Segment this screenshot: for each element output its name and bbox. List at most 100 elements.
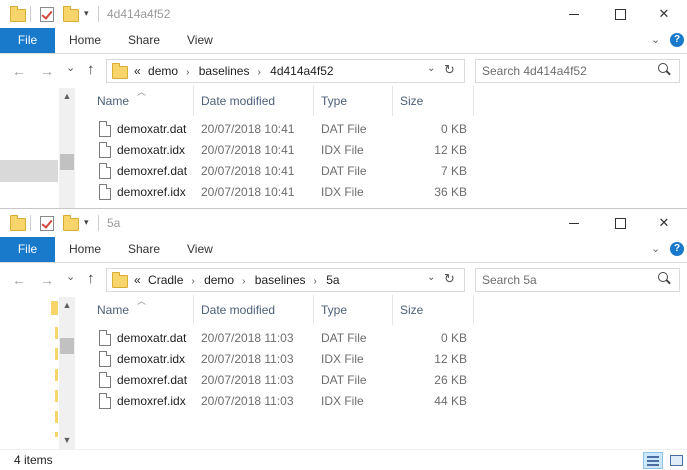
file-row[interactable]: demoxatr.idx 20/07/2018 11:03 IDX File 1…	[76, 349, 687, 370]
breadcrumb-overflow[interactable]: «	[134, 273, 141, 287]
help-icon[interactable]: ?	[670, 33, 684, 47]
quick-access-dropdown-icon[interactable]: ▾	[84, 217, 89, 228]
column-header-date-modified[interactable]: Date modified	[201, 303, 275, 317]
up-icon[interactable]: ↑	[87, 270, 95, 287]
file-type: DAT File	[321, 331, 367, 345]
item-count: 4 items	[14, 453, 53, 467]
column-header-name[interactable]: Name	[97, 303, 129, 317]
column-header-date-modified[interactable]: Date modified	[201, 94, 275, 108]
recent-locations-icon[interactable]: ⌄	[66, 61, 75, 74]
address-dropdown-icon[interactable]: ⌄	[427, 272, 435, 283]
scroll-down-icon[interactable]: ▼	[59, 432, 75, 448]
file-row[interactable]: demoxref.dat 20/07/2018 10:41 DAT File 7…	[76, 161, 687, 182]
scroll-up-icon[interactable]: ▲	[59, 297, 75, 313]
new-folder-icon[interactable]	[63, 215, 79, 231]
back-icon[interactable]: ←	[12, 272, 26, 288]
column-divider[interactable]	[193, 86, 194, 116]
maximize-icon	[614, 9, 626, 21]
maximize-button[interactable]	[597, 0, 643, 28]
file-name: demoxatr.dat	[117, 122, 187, 136]
column-divider[interactable]	[392, 86, 393, 116]
navigation-pane-scrollbar[interactable]: ▲	[59, 88, 75, 208]
address-bar[interactable]: « demo › baselines › 4d414a4f52 ⌄ ↻	[106, 59, 465, 83]
close-button[interactable]: ✕	[641, 0, 687, 28]
tab-view[interactable]: View	[187, 28, 213, 53]
expand-ribbon-icon[interactable]: ⌄	[651, 242, 660, 255]
scroll-thumb[interactable]	[60, 338, 74, 354]
breadcrumb-overflow[interactable]: «	[134, 64, 141, 78]
tab-share[interactable]: Share	[128, 237, 160, 262]
quick-access-dropdown-icon[interactable]: ▾	[84, 8, 89, 19]
navigation-pane-scrollbar[interactable]: ▲ ▼	[59, 297, 75, 449]
file-row[interactable]: demoxatr.dat 20/07/2018 11:03 DAT File 0…	[76, 328, 687, 349]
forward-icon[interactable]: →	[40, 63, 54, 79]
tab-file[interactable]: File	[0, 28, 55, 53]
large-icons-view-button[interactable]	[666, 452, 686, 469]
column-divider[interactable]	[473, 86, 474, 116]
search-icon[interactable]	[658, 272, 668, 282]
column-divider[interactable]	[313, 295, 314, 325]
maximize-button[interactable]	[597, 209, 643, 237]
file-row[interactable]: demoxatr.dat 20/07/2018 10:41 DAT File 0…	[76, 119, 687, 140]
breadcrumb-item[interactable]: demo	[148, 64, 178, 78]
search-icon[interactable]	[658, 63, 668, 73]
refresh-icon[interactable]: ↻	[444, 62, 455, 78]
minimize-button[interactable]	[551, 209, 597, 237]
search-input[interactable]	[482, 63, 652, 79]
divider	[30, 215, 31, 231]
tab-home[interactable]: Home	[69, 28, 101, 53]
title-bar: ▾ 4d414a4f52 ✕	[0, 0, 687, 28]
minimize-button[interactable]	[551, 0, 597, 28]
recent-locations-icon[interactable]: ⌄	[66, 270, 75, 283]
breadcrumb-item[interactable]: demo	[204, 273, 234, 287]
search-box[interactable]	[475, 268, 680, 292]
scroll-up-icon[interactable]: ▲	[59, 88, 75, 104]
refresh-icon[interactable]: ↻	[444, 271, 455, 287]
new-folder-icon[interactable]	[63, 6, 79, 22]
breadcrumb-item[interactable]: Cradle	[148, 273, 183, 287]
column-header-name[interactable]: Name	[97, 94, 129, 108]
column-divider[interactable]	[313, 86, 314, 116]
column-header-type[interactable]: Type	[321, 94, 347, 108]
navigation-pane[interactable]	[0, 297, 58, 449]
column-header-size[interactable]: Size	[400, 94, 423, 108]
forward-icon[interactable]: →	[40, 272, 54, 288]
folder-icon[interactable]	[10, 6, 26, 22]
column-header-type[interactable]: Type	[321, 303, 347, 317]
navigation-pane-selected-item[interactable]	[0, 160, 58, 182]
details-view-button[interactable]	[643, 452, 663, 469]
file-row[interactable]: demoxatr.idx 20/07/2018 10:41 IDX File 1…	[76, 140, 687, 161]
breadcrumb-item[interactable]: baselines	[255, 273, 306, 287]
folder-icon[interactable]	[10, 215, 26, 231]
breadcrumb-item[interactable]: 4d414a4f52	[270, 64, 333, 78]
properties-icon[interactable]	[40, 216, 54, 231]
help-icon[interactable]: ?	[670, 242, 684, 256]
breadcrumb: « demo › baselines › 4d414a4f52	[134, 64, 338, 78]
breadcrumb-item[interactable]: 5a	[326, 273, 339, 287]
breadcrumb-item[interactable]: baselines	[199, 64, 250, 78]
address-bar[interactable]: « Cradle › demo › baselines › 5a ⌄ ↻	[106, 268, 465, 292]
search-input[interactable]	[482, 272, 652, 288]
back-icon[interactable]: ←	[12, 63, 26, 79]
tab-home[interactable]: Home	[69, 237, 101, 262]
tab-view[interactable]: View	[187, 237, 213, 262]
search-box[interactable]	[475, 59, 680, 83]
up-icon[interactable]: ↑	[87, 61, 95, 78]
properties-icon[interactable]	[40, 7, 54, 22]
column-divider[interactable]	[392, 295, 393, 325]
expand-ribbon-icon[interactable]: ⌄	[651, 33, 660, 46]
scroll-thumb[interactable]	[60, 154, 74, 170]
address-dropdown-icon[interactable]: ⌄	[427, 63, 435, 74]
column-divider[interactable]	[193, 295, 194, 325]
column-header-size[interactable]: Size	[400, 303, 423, 317]
tab-share[interactable]: Share	[128, 28, 160, 53]
explorer-window-2: ▾ 5a ✕ File Home Share View ⌄ ? ← → ⌄ ↑ …	[0, 208, 687, 470]
file-row[interactable]: demoxref.idx 20/07/2018 11:03 IDX File 4…	[76, 391, 687, 412]
close-button[interactable]: ✕	[641, 209, 687, 237]
file-row[interactable]: demoxref.idx 20/07/2018 10:41 IDX File 3…	[76, 182, 687, 203]
file-row[interactable]: demoxref.dat 20/07/2018 11:03 DAT File 2…	[76, 370, 687, 391]
file-size: 44 KB	[434, 394, 467, 408]
tab-file[interactable]: File	[0, 237, 55, 262]
column-divider[interactable]	[473, 295, 474, 325]
navigation-pane[interactable]	[0, 88, 58, 208]
